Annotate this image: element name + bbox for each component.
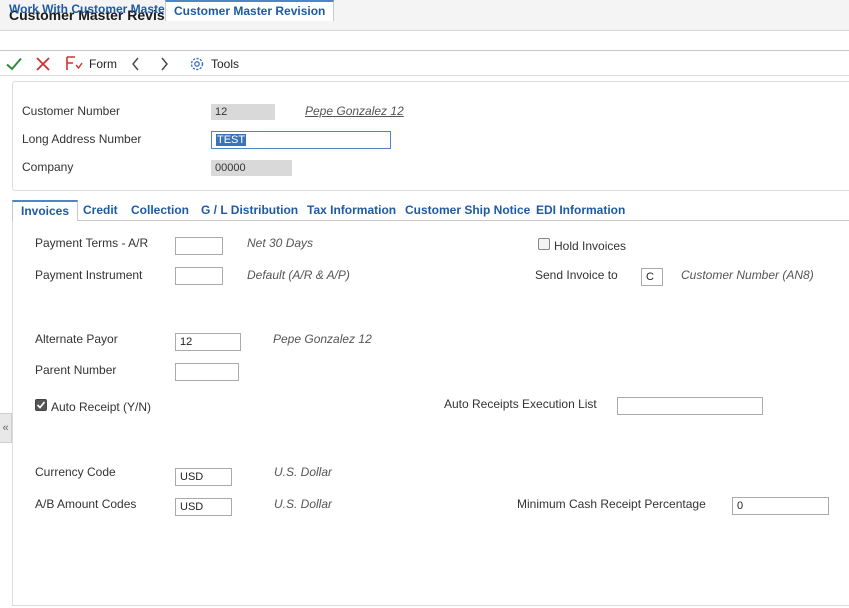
hold-invoices-checkbox[interactable] (538, 238, 550, 250)
collapse-panel-handle[interactable]: « (0, 413, 12, 443)
ab-amount-codes-label: A/B Amount Codes (35, 497, 137, 511)
alternate-payor-label: Alternate Payor (35, 332, 118, 346)
parent-number-input[interactable] (175, 363, 239, 381)
gear-icon[interactable] (188, 55, 206, 73)
hold-invoices-label: Hold Invoices (554, 239, 627, 253)
toolbar (0, 52, 849, 76)
ok-check-icon[interactable] (5, 55, 23, 73)
auto-receipts-list-label: Auto Receipts Execution List (444, 397, 597, 411)
ab-amount-codes-description: U.S. Dollar (274, 497, 333, 511)
min-cash-receipt-label: Minimum Cash Receipt Percentage (517, 497, 706, 511)
tools-menu-button[interactable]: Tools (211, 57, 239, 71)
company-label: Company (22, 160, 74, 174)
send-invoice-input[interactable]: C (641, 268, 663, 286)
next-chevron-icon[interactable] (157, 55, 175, 73)
currency-code-description: U.S. Dollar (274, 465, 333, 479)
currency-code-input[interactable]: USD (175, 468, 232, 486)
alternate-payor-description: Pepe Gonzalez 12 (273, 332, 372, 346)
customer-name-text: Pepe Gonzalez 12 (305, 104, 404, 118)
breadcrumb-item-customer-master-revision[interactable]: Customer Master Revision (165, 0, 335, 21)
alternate-payor-input[interactable]: 12 (175, 333, 241, 351)
min-cash-receipt-input[interactable]: 0 (732, 497, 829, 515)
tab-invoices[interactable]: Invoices (12, 200, 79, 221)
send-invoice-description: Customer Number (AN8) (681, 268, 814, 282)
cancel-x-icon[interactable] (34, 55, 52, 73)
payment-terms-input[interactable] (175, 237, 223, 255)
long-address-label: Long Address Number (22, 132, 142, 146)
form-menu-icon[interactable] (64, 55, 83, 73)
payment-instrument-input[interactable] (175, 267, 223, 285)
long-address-value: TEST (216, 134, 247, 146)
breadcrumb-item-work-with-customer-master[interactable]: Work With Customer Master (9, 0, 169, 20)
send-invoice-label: Send Invoice to (535, 268, 618, 282)
auto-receipt-label: Auto Receipt (Y/N) (51, 400, 152, 414)
breadcrumb (0, 31, 849, 51)
tab-credit[interactable]: Credit (83, 200, 118, 220)
tab-divider (72, 220, 849, 221)
payment-terms-description: Net 30 Days (247, 236, 314, 250)
customer-number-label: Customer Number (22, 104, 121, 118)
payment-instrument-description: Default (A/R & A/P) (247, 268, 350, 282)
tab-gl-distribution[interactable]: G / L Distribution (201, 200, 298, 220)
auto-receipt-checkbox[interactable] (35, 399, 47, 411)
tab-collection[interactable]: Collection (131, 200, 189, 220)
form-menu-button[interactable]: Form (89, 57, 117, 71)
long-address-input[interactable]: TEST (211, 131, 391, 149)
ab-amount-codes-input[interactable]: USD (175, 498, 232, 516)
tab-customer-ship-notice[interactable]: Customer Ship Notice (405, 200, 530, 220)
payment-terms-label: Payment Terms - A/R (35, 236, 149, 250)
tab-edi-information[interactable]: EDI Information (536, 200, 625, 220)
company-field: 00000 (211, 160, 292, 176)
auto-receipts-list-input[interactable] (617, 397, 763, 415)
customer-number-field: 12 (211, 104, 275, 120)
currency-code-label: Currency Code (35, 465, 116, 479)
parent-number-label: Parent Number (35, 363, 117, 377)
previous-chevron-icon[interactable] (129, 55, 147, 73)
tab-tax-information[interactable]: Tax Information (307, 200, 396, 220)
payment-instrument-label: Payment Instrument (35, 268, 143, 282)
double-chevron-left-icon: « (2, 422, 9, 434)
